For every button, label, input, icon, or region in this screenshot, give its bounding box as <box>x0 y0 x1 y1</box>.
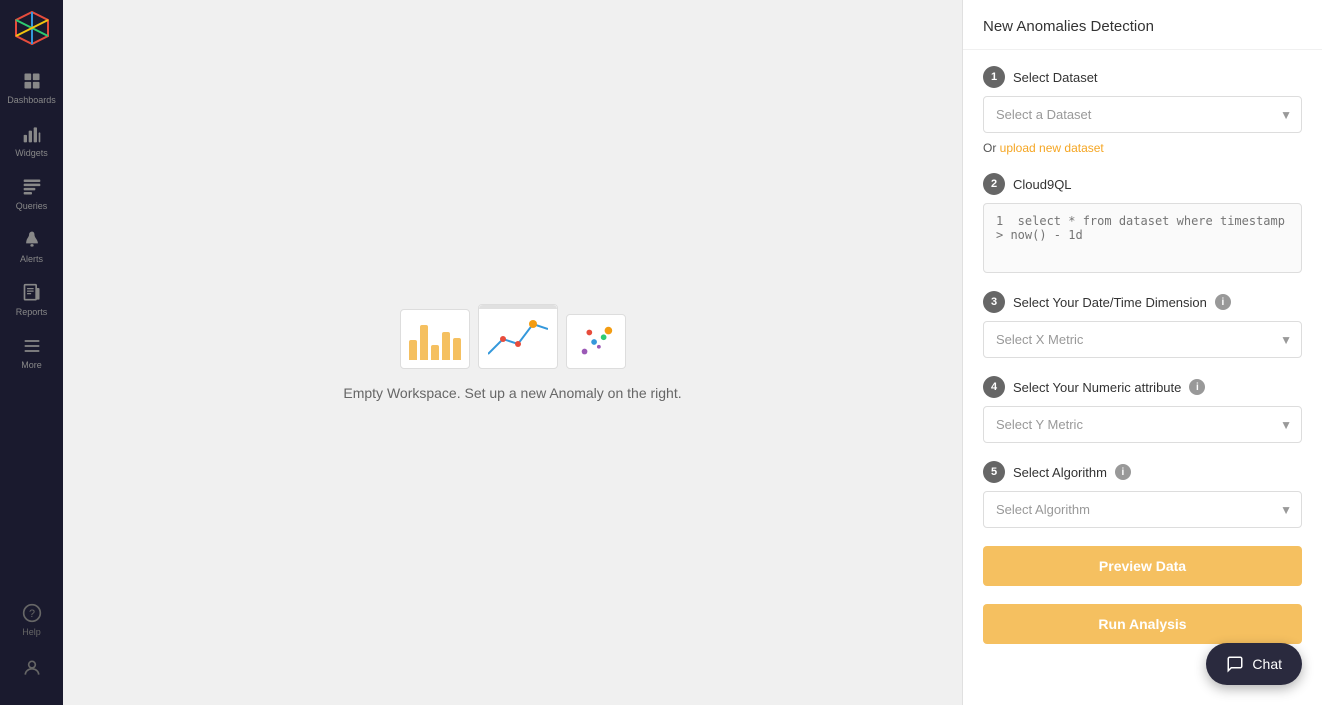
dataset-select-wrapper: Select a Dataset ▼ <box>983 96 1302 133</box>
sidebar-label-queries: Queries <box>16 201 48 211</box>
upload-link-row: Or upload new dataset <box>983 141 1302 155</box>
step-2-section: 2 Cloud9QL <box>983 173 1302 273</box>
sidebar-label-help: Help <box>22 627 41 637</box>
x-metric-select-wrapper: Select X Metric ▼ <box>983 321 1302 358</box>
empty-text: Empty Workspace. Set up a new Anomaly on… <box>343 385 681 401</box>
upload-link[interactable]: upload new dataset <box>1000 141 1104 155</box>
sidebar-item-queries[interactable]: Queries <box>0 168 63 219</box>
profile-icon <box>21 657 43 679</box>
sidebar-label-alerts: Alerts <box>20 254 43 264</box>
sidebar-item-alerts[interactable]: Alerts <box>0 221 63 272</box>
panel-title: New Anomalies Detection <box>983 18 1302 35</box>
empty-workspace: Empty Workspace. Set up a new Anomaly on… <box>343 304 681 401</box>
more-icon <box>21 335 43 357</box>
step-3-number: 3 <box>983 291 1005 313</box>
svg-text:?: ? <box>28 608 34 620</box>
step-3-label: 3 Select Your Date/Time Dimension i <box>983 291 1302 313</box>
chart-card-line <box>478 304 558 369</box>
cloud9ql-textarea[interactable] <box>983 203 1302 273</box>
panel-header: New Anomalies Detection <box>963 0 1322 50</box>
sidebar-item-dashboards[interactable]: Dashboards <box>0 62 63 113</box>
step-3-section: 3 Select Your Date/Time Dimension i Sele… <box>983 291 1302 358</box>
chart-card-bars <box>400 309 470 369</box>
run-analysis-button[interactable]: Run Analysis <box>983 604 1302 644</box>
step-2-number: 2 <box>983 173 1005 195</box>
step-4-title: Select Your Numeric attribute <box>1013 380 1181 395</box>
x-metric-select[interactable]: Select X Metric <box>983 321 1302 358</box>
step-4-info-icon[interactable]: i <box>1189 379 1205 395</box>
help-icon: ? <box>21 602 43 624</box>
step-5-number: 5 <box>983 461 1005 483</box>
step-5-info-icon[interactable]: i <box>1115 464 1131 480</box>
queries-icon <box>21 176 43 198</box>
panel-body: 1 Select Dataset Select a Dataset ▼ Or u… <box>963 50 1322 705</box>
sidebar-item-profile[interactable] <box>17 649 47 687</box>
sidebar-item-widgets[interactable]: Widgets <box>0 115 63 166</box>
step-3-info-icon[interactable]: i <box>1215 294 1231 310</box>
dataset-select[interactable]: Select a Dataset <box>983 96 1302 133</box>
app-logo <box>14 10 50 46</box>
chat-button[interactable]: Chat <box>1206 643 1302 685</box>
alerts-icon <box>21 229 43 251</box>
widget-icon <box>21 123 43 145</box>
step-5-label: 5 Select Algorithm i <box>983 461 1302 483</box>
sidebar: Dashboards Widgets Queries Alerts <box>0 0 63 705</box>
upload-or-text: Or <box>983 141 1000 155</box>
preview-data-button[interactable]: Preview Data <box>983 546 1302 586</box>
algorithm-select[interactable]: Select Algorithm <box>983 491 1302 528</box>
step-1-title: Select Dataset <box>1013 70 1098 85</box>
sidebar-label-reports: Reports <box>16 307 48 317</box>
step-2-label: 2 Cloud9QL <box>983 173 1302 195</box>
step-4-label: 4 Select Your Numeric attribute i <box>983 376 1302 398</box>
reports-icon <box>21 282 43 304</box>
y-metric-select-wrapper: Select Y Metric ▼ <box>983 406 1302 443</box>
sidebar-item-more[interactable]: More <box>0 327 63 378</box>
workspace-illustration <box>400 304 626 369</box>
sidebar-label-dashboards: Dashboards <box>7 95 56 105</box>
step-1-number: 1 <box>983 66 1005 88</box>
step-3-title: Select Your Date/Time Dimension <box>1013 295 1207 310</box>
step-2-title: Cloud9QL <box>1013 177 1072 192</box>
step-5-section: 5 Select Algorithm i Select Algorithm ▼ <box>983 461 1302 528</box>
sidebar-item-help[interactable]: ? Help <box>17 594 47 645</box>
algorithm-select-wrapper: Select Algorithm ▼ <box>983 491 1302 528</box>
sidebar-label-widgets: Widgets <box>15 148 48 158</box>
step-1-section: 1 Select Dataset Select a Dataset ▼ Or u… <box>983 66 1302 155</box>
y-metric-select[interactable]: Select Y Metric <box>983 406 1302 443</box>
grid-icon <box>21 70 43 92</box>
step-1-label: 1 Select Dataset <box>983 66 1302 88</box>
step-5-title: Select Algorithm <box>1013 465 1107 480</box>
chat-label: Chat <box>1252 656 1282 672</box>
chart-card-scatter <box>566 314 626 369</box>
right-panel: New Anomalies Detection 1 Select Dataset… <box>962 0 1322 705</box>
sidebar-item-reports[interactable]: Reports <box>0 274 63 325</box>
step-4-number: 4 <box>983 376 1005 398</box>
sidebar-bottom: ? Help <box>17 594 47 695</box>
sidebar-nav: Dashboards Widgets Queries Alerts <box>0 62 63 594</box>
main-area: Empty Workspace. Set up a new Anomaly on… <box>63 0 962 705</box>
sidebar-label-more: More <box>21 360 42 370</box>
step-4-section: 4 Select Your Numeric attribute i Select… <box>983 376 1302 443</box>
chat-icon <box>1226 655 1244 673</box>
